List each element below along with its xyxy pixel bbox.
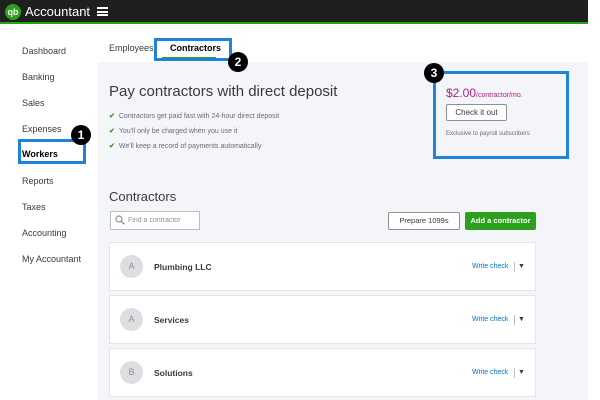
chevron-down-icon[interactable]: ▼ — [518, 316, 525, 323]
search-icon — [115, 215, 125, 225]
contractor-name[interactable]: Plumbing LLC — [154, 262, 212, 272]
search-input[interactable] — [128, 214, 198, 227]
top-bar: qb Accountant — [0, 0, 588, 24]
contractors-heading: Contractors — [109, 189, 177, 204]
sidebar-item-sales[interactable]: Sales — [22, 98, 45, 108]
step-marker-2: 2 — [228, 52, 248, 72]
sidebar-item-accounting[interactable]: Accounting — [22, 228, 67, 238]
action-divider — [514, 368, 515, 378]
write-check-link[interactable]: Write check — [472, 263, 508, 270]
hamburger-menu-icon[interactable] — [97, 7, 108, 16]
avatar: A — [120, 255, 143, 278]
tab-employees[interactable]: Employees — [109, 43, 154, 53]
sidebar-item-reports[interactable]: Reports — [22, 176, 54, 186]
prepare-1099s-button[interactable]: Prepare 1099s — [388, 212, 460, 230]
action-divider — [514, 315, 515, 325]
highlight-pricing — [433, 71, 569, 159]
promo-bullet: ✔ We'll keep a record of payments automat… — [109, 142, 261, 150]
checkmark-icon: ✔ — [109, 128, 115, 135]
write-check-link[interactable]: Write check — [472, 316, 508, 323]
action-divider — [514, 262, 515, 272]
step-marker-1: 1 — [71, 125, 91, 145]
promo-bullet: ✔ Contractors get paid fast with 24-hour … — [109, 112, 279, 120]
contractor-row[interactable]: A Plumbing LLC Write check ▼ — [109, 242, 536, 291]
contractor-name[interactable]: Solutions — [154, 368, 193, 378]
sidebar — [0, 26, 98, 400]
promo-bullet-text: We'll keep a record of payments automati… — [118, 143, 262, 150]
promo-bullet-text: You'll only be charged when you use it — [118, 128, 238, 135]
sidebar-item-my-accountant[interactable]: My Accountant — [22, 254, 81, 264]
promo-bullet: ✔ You'll only be charged when you use it — [109, 127, 237, 135]
promo-title: Pay contractors with direct deposit — [109, 83, 338, 100]
checkmark-icon: ✔ — [109, 143, 115, 150]
sidebar-item-expenses[interactable]: Expenses — [22, 124, 62, 134]
sidebar-item-taxes[interactable]: Taxes — [22, 202, 46, 212]
add-contractor-button[interactable]: Add a contractor — [465, 212, 536, 230]
contractor-row[interactable]: A Services Write check ▼ — [109, 295, 536, 344]
app-title: Accountant — [25, 4, 91, 19]
avatar: B — [120, 361, 143, 384]
write-check-link[interactable]: Write check — [472, 369, 508, 376]
search-box — [110, 211, 200, 230]
chevron-down-icon[interactable]: ▼ — [518, 369, 525, 376]
step-marker-3: 3 — [424, 63, 444, 83]
checkmark-icon: ✔ — [109, 113, 115, 120]
promo-bullet-text: Contractors get paid fast with 24-hour d… — [118, 113, 280, 120]
quickbooks-logo-icon[interactable]: qb — [5, 4, 21, 20]
contractor-row[interactable]: B Solutions Write check ▼ — [109, 348, 536, 397]
contractor-name[interactable]: Services — [154, 315, 189, 325]
chevron-down-icon[interactable]: ▼ — [518, 263, 525, 270]
sidebar-item-banking[interactable]: Banking — [22, 72, 55, 82]
avatar: A — [120, 308, 143, 331]
sidebar-item-dashboard[interactable]: Dashboard — [22, 46, 66, 56]
page-edge — [588, 0, 600, 400]
highlight-contractors-tab — [154, 38, 232, 61]
